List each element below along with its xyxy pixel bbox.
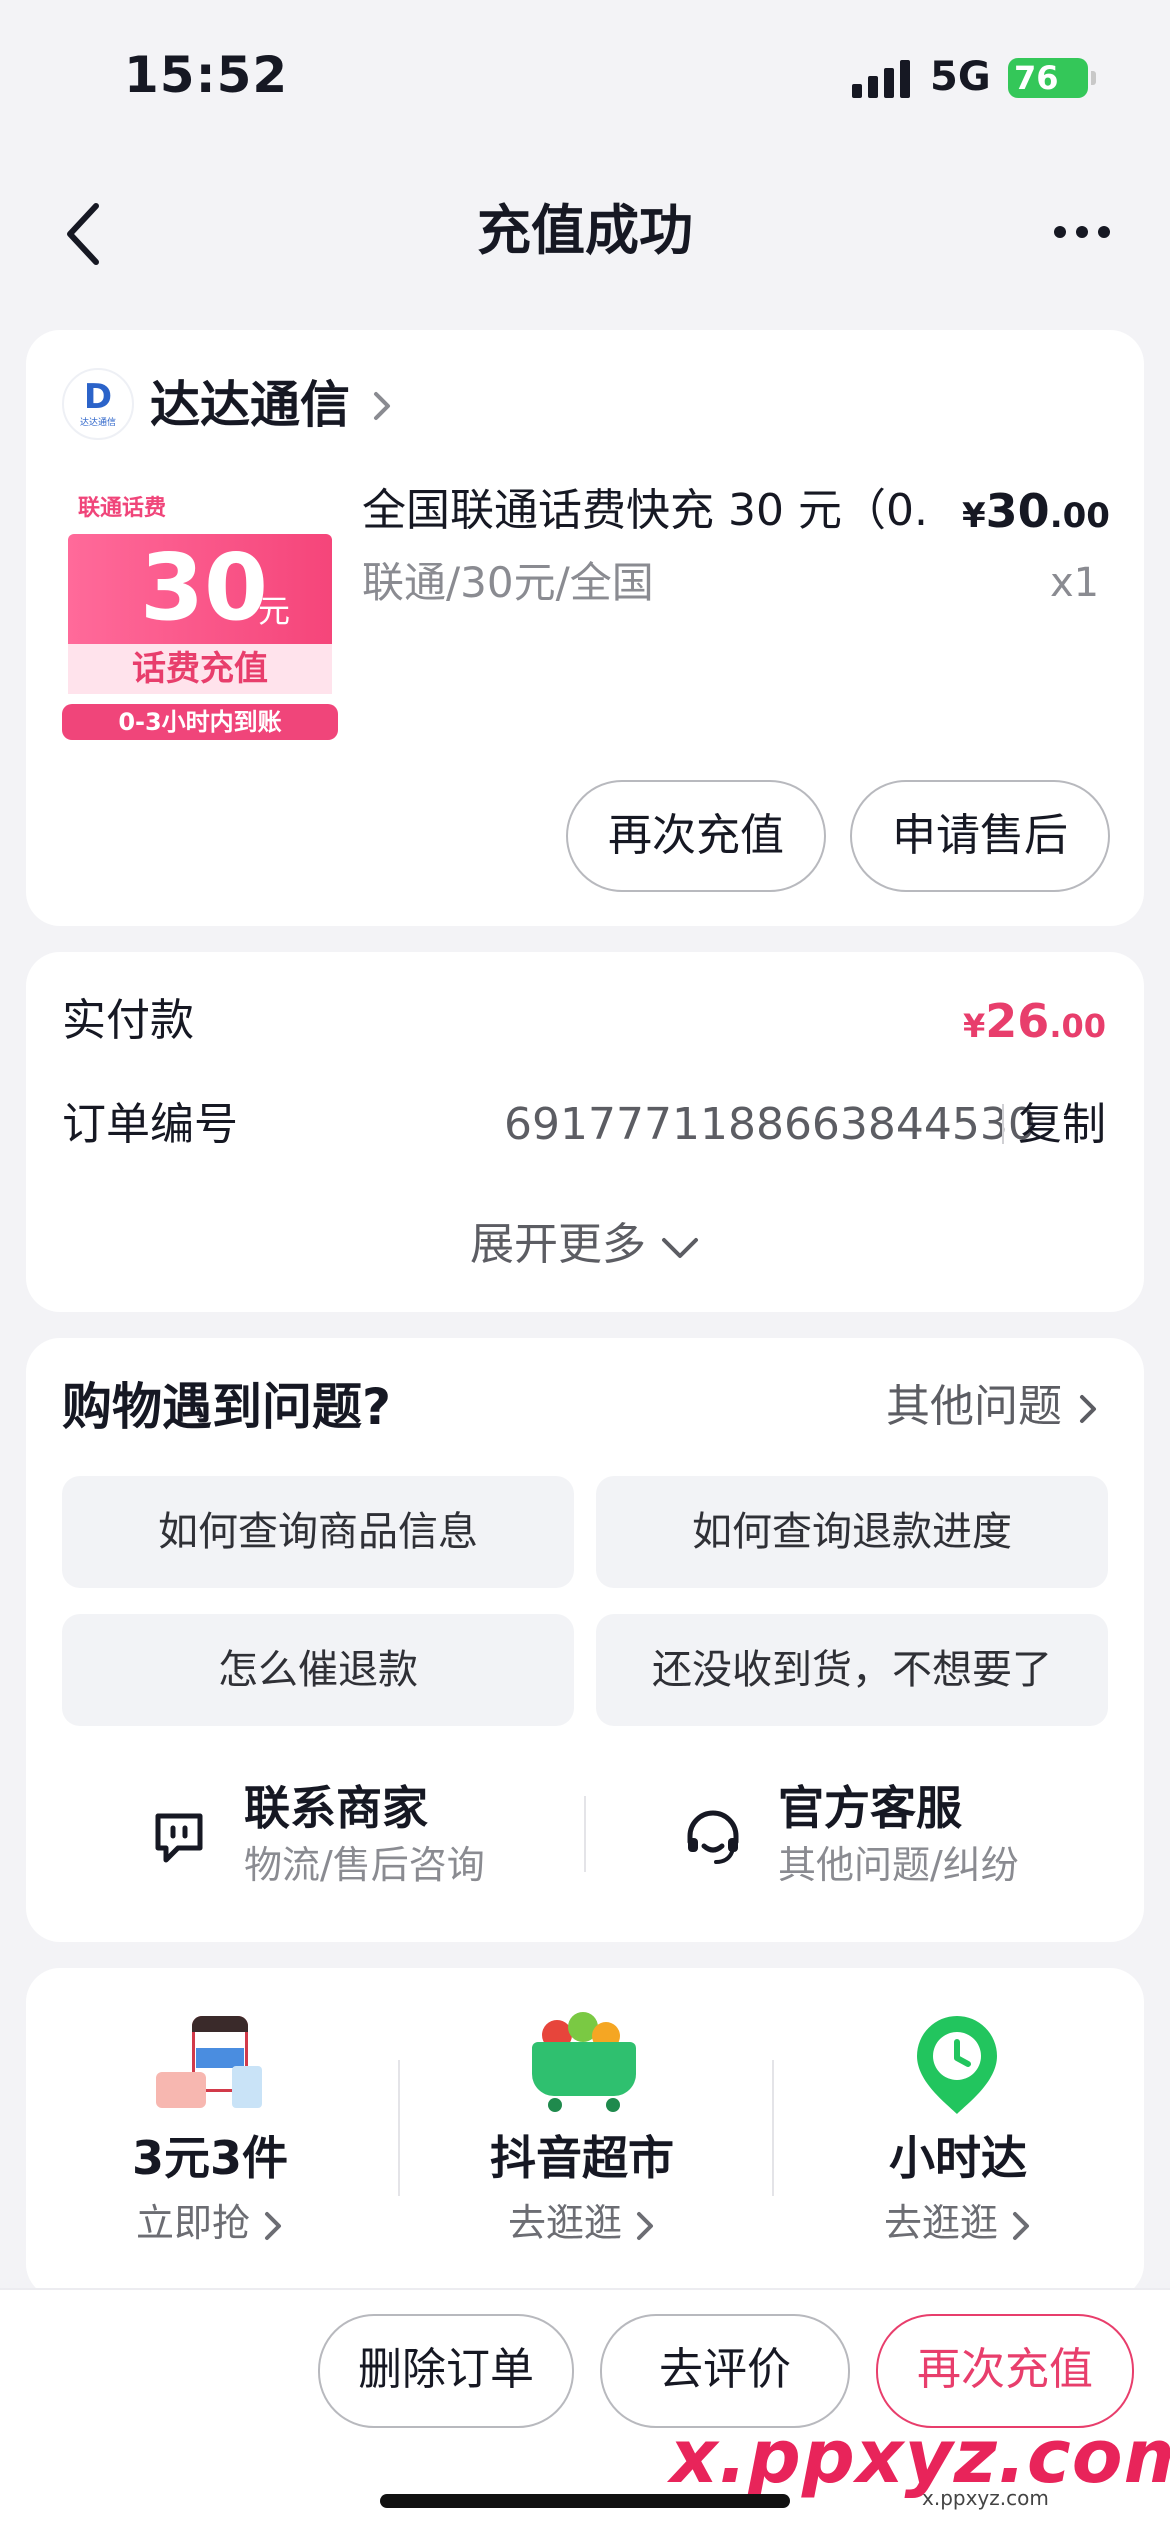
official-service-button[interactable]: 官方客服	[778, 1778, 962, 1838]
chevron-right-icon	[265, 2211, 282, 2240]
product-image-unit: 元	[258, 592, 291, 630]
product-price: ¥30.00	[962, 484, 1110, 538]
status-time: 15:52	[124, 46, 289, 104]
more-icon[interactable]	[1050, 218, 1114, 248]
headset-icon[interactable]	[682, 1806, 744, 1872]
battery-level: 76	[1014, 59, 1059, 97]
product-title[interactable]: 全国联通话费快充 30 元（0...	[362, 476, 930, 546]
question-button[interactable]: 还没收到货，不想要了	[596, 1614, 1108, 1726]
after-sale-button[interactable]: 申请售后	[850, 780, 1110, 892]
network-type: 5G	[930, 54, 991, 100]
promo-title[interactable]: 抖音超市	[402, 2128, 762, 2188]
question-button[interactable]: 怎么催退款	[62, 1614, 574, 1726]
paid-label: 实付款	[62, 995, 194, 1046]
shopping-basket-icon[interactable]	[528, 2012, 640, 2112]
review-button[interactable]: 去评价	[600, 2314, 850, 2428]
page-title: 充值成功	[477, 199, 693, 262]
promo-link[interactable]: 立即抢	[30, 2198, 390, 2248]
contact-merchant-icon[interactable]	[150, 1806, 208, 1868]
promo-link[interactable]: 去逛逛	[778, 2198, 1138, 2248]
promo-title[interactable]: 3元3件	[30, 2128, 390, 2188]
shop-name[interactable]: 达达通信	[150, 370, 350, 440]
product-image-note: 0-3小时内到账	[62, 704, 338, 740]
product-spec: 联通/30元/全国	[362, 558, 654, 607]
clock-pin-icon[interactable]	[912, 2012, 1002, 2116]
divider	[1002, 1104, 1004, 1144]
contact-merchant-button[interactable]: 联系商家	[244, 1778, 428, 1838]
divider	[584, 1796, 586, 1872]
home-indicator[interactable]	[380, 2494, 790, 2508]
product-image[interactable]: 联通话费 30 元 话费充值 0-3小时内到账	[62, 482, 338, 752]
signal-icon	[852, 58, 912, 98]
watermark: x.ppxyz.com	[670, 2414, 1170, 2500]
chevron-right-icon	[1080, 1395, 1096, 1423]
battery-icon: 76	[1008, 58, 1096, 98]
order-number: 6917771188663844530	[504, 1099, 1036, 1150]
product-image-amount: 30	[140, 534, 269, 641]
product-bundle-icon[interactable]	[156, 2016, 266, 2112]
promo-link[interactable]: 去逛逛	[402, 2198, 762, 2248]
copy-button[interactable]: 复制	[1018, 1090, 1106, 1160]
expand-more-button[interactable]: 展开更多	[0, 1210, 1170, 1280]
other-questions-link[interactable]: 其他问题	[886, 1372, 1100, 1442]
delete-order-button[interactable]: 删除订单	[318, 2314, 574, 2428]
recharge-again-bottom-button[interactable]: 再次充值	[876, 2314, 1134, 2428]
question-button[interactable]: 如何查询商品信息	[62, 1476, 574, 1588]
official-service-sub: 其他问题/纠纷	[778, 1843, 1019, 1887]
chevron-right-icon[interactable]	[370, 386, 394, 426]
shop-logo[interactable]: D 达达通信	[62, 368, 134, 440]
paid-amount: ¥26.00	[963, 994, 1106, 1048]
product-image-label: 话费充值	[68, 644, 332, 694]
contact-merchant-sub: 物流/售后咨询	[244, 1843, 485, 1887]
chevron-right-icon	[1013, 2211, 1030, 2240]
order-number-label: 订单编号	[62, 1099, 238, 1150]
divider	[398, 2060, 400, 2196]
promo-title[interactable]: 小时达	[778, 2128, 1138, 2188]
help-title: 购物遇到问题?	[62, 1378, 392, 1436]
chevron-right-icon	[637, 2211, 654, 2240]
product-image-tag: 联通话费	[78, 496, 167, 521]
divider	[772, 2060, 774, 2196]
question-button[interactable]: 如何查询退款进度	[596, 1476, 1108, 1588]
product-quantity: x1	[1050, 560, 1100, 606]
recharge-again-button[interactable]: 再次充值	[566, 780, 826, 892]
watermark-small: x.ppxyz.com	[922, 2486, 1049, 2510]
chevron-down-icon	[662, 1238, 698, 1258]
